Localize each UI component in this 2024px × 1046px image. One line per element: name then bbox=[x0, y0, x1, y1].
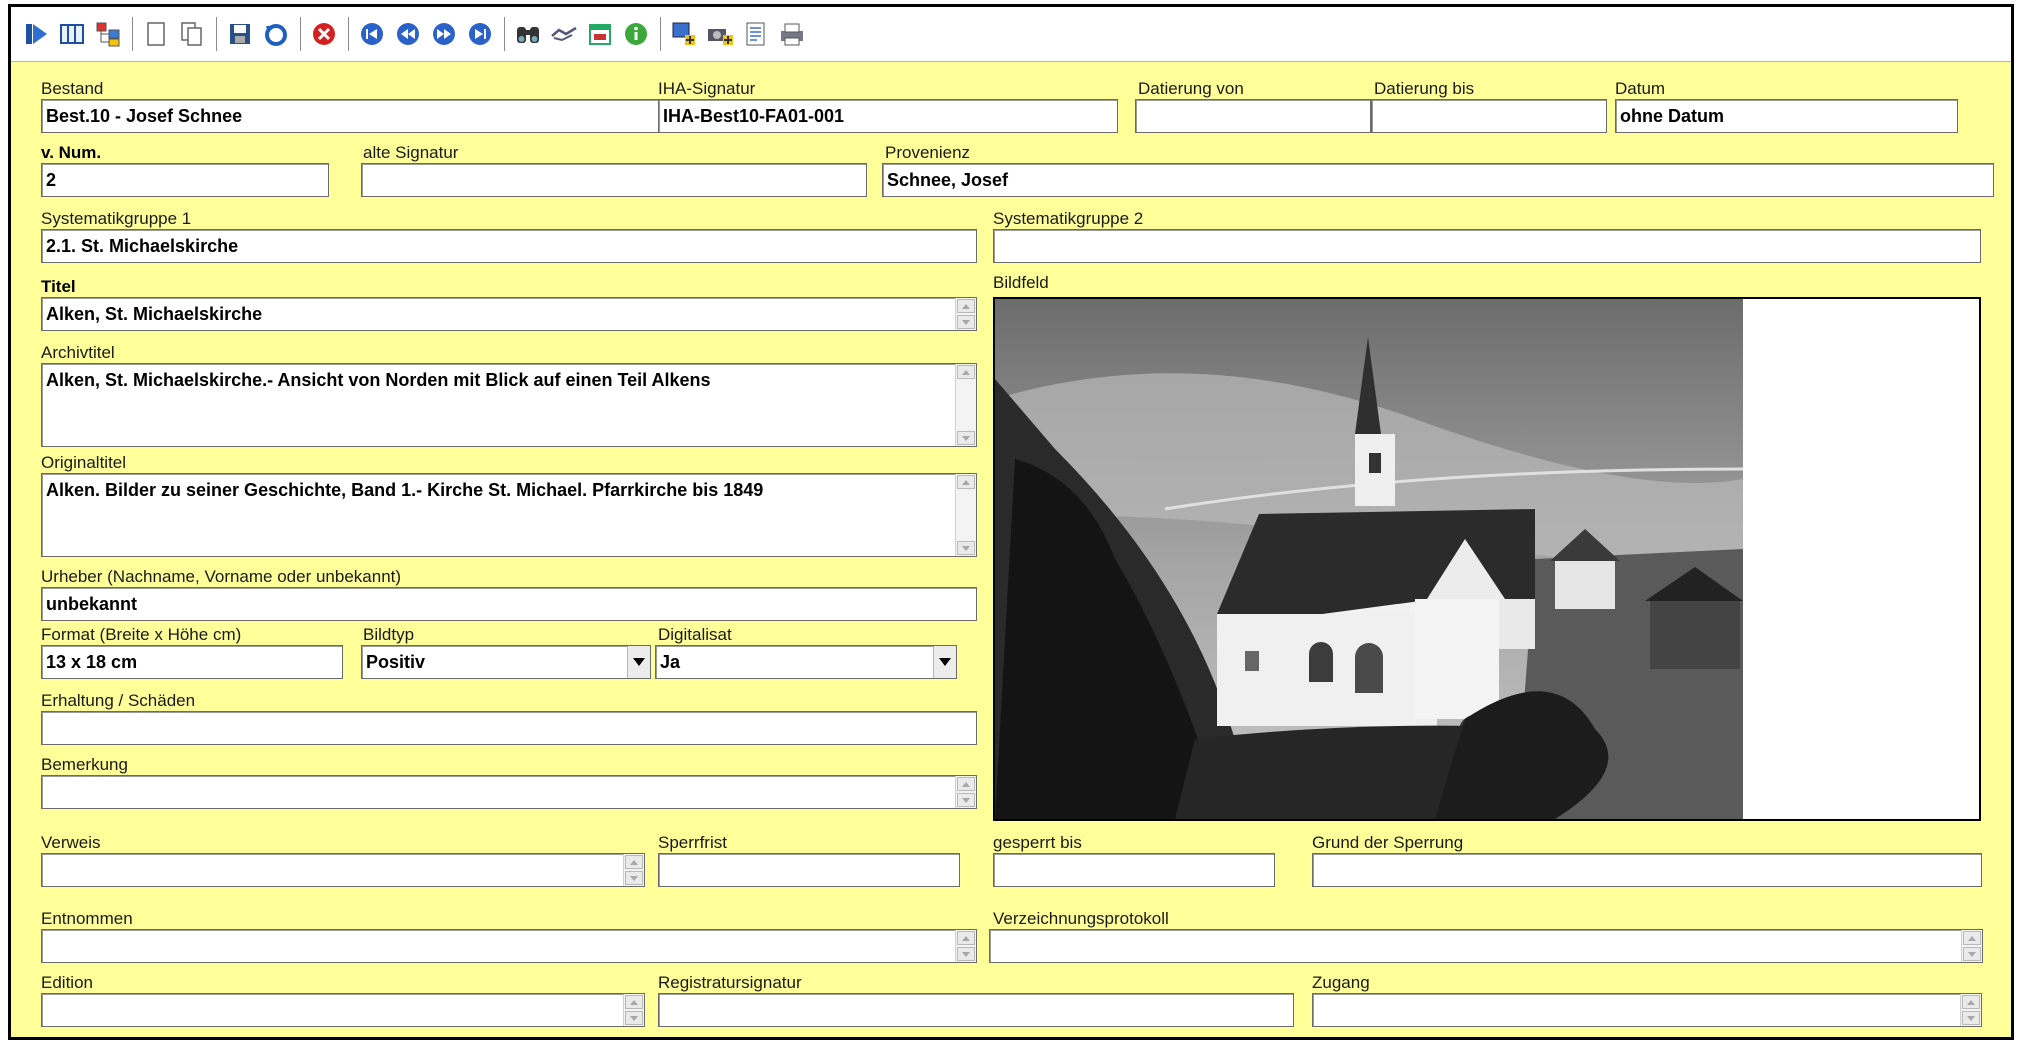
grund-sperrung-field[interactable] bbox=[1312, 853, 1982, 887]
next-record-icon[interactable] bbox=[429, 19, 459, 49]
systematikgruppe-1-label: Systematikgruppe 1 bbox=[41, 209, 192, 228]
archivtitel-label: Archivtitel bbox=[41, 343, 115, 362]
calendar-icon[interactable] bbox=[585, 19, 615, 49]
new-record-icon[interactable] bbox=[141, 19, 171, 49]
gesperrt-bis-label: gesperrt bis bbox=[993, 833, 1082, 852]
verzeichnungsprotokoll-scrollbar[interactable] bbox=[1961, 930, 1982, 962]
bemerkung-field[interactable] bbox=[41, 775, 977, 809]
bildtyp-dropdown-icon[interactable] bbox=[627, 646, 650, 678]
save-icon[interactable] bbox=[225, 19, 255, 49]
erhaltung-field[interactable] bbox=[41, 711, 977, 745]
bildtyp-select[interactable]: Positiv bbox=[361, 645, 651, 679]
bemerkung-scrollbar[interactable] bbox=[955, 776, 976, 808]
copy-record-icon[interactable] bbox=[177, 19, 207, 49]
bildtyp-label: Bildtyp bbox=[363, 625, 415, 644]
entnommen-label: Entnommen bbox=[41, 909, 133, 928]
iha-signatur-label: IHA-Signatur bbox=[658, 79, 756, 98]
verweis-label: Verweis bbox=[41, 833, 101, 852]
search-icon[interactable] bbox=[513, 19, 543, 49]
v-num-label: v. Num. bbox=[41, 143, 102, 162]
format-field[interactable]: 13 x 18 cm bbox=[41, 645, 343, 679]
grid-view-icon[interactable] bbox=[57, 19, 87, 49]
sperrfrist-label: Sperrfrist bbox=[658, 833, 727, 852]
tree-view-icon[interactable] bbox=[93, 19, 123, 49]
datum-field[interactable]: ohne Datum bbox=[1615, 99, 1958, 133]
originaltitel-value: Alken. Bilder zu seiner Geschichte, Band… bbox=[46, 480, 764, 500]
datierung-bis-field[interactable] bbox=[1371, 99, 1607, 133]
provenienz-label: Provenienz bbox=[885, 143, 971, 162]
report-icon[interactable] bbox=[741, 19, 771, 49]
provenienz-field[interactable]: Schnee, Josef bbox=[882, 163, 1994, 197]
urheber-field[interactable]: unbekannt bbox=[41, 587, 977, 621]
handshake-icon[interactable] bbox=[549, 19, 579, 49]
gesperrt-bis-field[interactable] bbox=[993, 853, 1275, 887]
add-camera-icon[interactable] bbox=[705, 19, 735, 49]
sperrfrist-field[interactable] bbox=[658, 853, 960, 887]
info-icon[interactable] bbox=[621, 19, 651, 49]
bestand-label: Bestand bbox=[41, 79, 104, 98]
systematikgruppe-2-field[interactable] bbox=[993, 229, 1981, 263]
toolbar bbox=[11, 7, 2011, 62]
urheber-label: Urheber (Nachname, Vorname oder unbekann… bbox=[41, 567, 402, 586]
delete-icon[interactable] bbox=[309, 19, 339, 49]
archivtitel-scrollbar[interactable] bbox=[955, 364, 976, 446]
zugang-scrollbar[interactable] bbox=[1960, 994, 1981, 1026]
last-record-icon[interactable] bbox=[465, 19, 495, 49]
systematikgruppe-1-field[interactable]: 2.1. St. Michaelskirche bbox=[41, 229, 977, 263]
iha-signatur-field[interactable]: IHA-Best10-FA01-001 bbox=[658, 99, 1118, 133]
originaltitel-field[interactable]: Alken. Bilder zu seiner Geschichte, Band… bbox=[41, 473, 977, 557]
edition-scrollbar[interactable] bbox=[623, 994, 644, 1026]
titel-label: Titel bbox=[41, 277, 76, 296]
record-form-window: Bestand Best.10 - Josef Schnee IHA-Signa… bbox=[8, 4, 2014, 1040]
alte-signatur-label: alte Signatur bbox=[363, 143, 459, 162]
datierung-bis-label: Datierung bis bbox=[1374, 79, 1475, 98]
entnommen-field[interactable] bbox=[41, 929, 977, 963]
grund-sperrung-label: Grund der Sperrung bbox=[1312, 833, 1464, 852]
titel-value: Alken, St. Michaelskirche bbox=[46, 304, 263, 324]
originaltitel-scrollbar[interactable] bbox=[955, 474, 976, 556]
datierung-von-label: Datierung von bbox=[1138, 79, 1244, 98]
registratursignatur-field[interactable] bbox=[658, 993, 1294, 1027]
archivtitel-value: Alken, St. Michaelskirche.- Ansicht von … bbox=[46, 370, 711, 390]
datierung-von-field[interactable] bbox=[1135, 99, 1371, 133]
verzeichnungsprotokoll-field[interactable] bbox=[989, 929, 1983, 963]
bildtyp-value: Positiv bbox=[366, 652, 426, 672]
verzeichnungsprotokoll-label: Verzeichnungsprotokoll bbox=[993, 909, 1169, 928]
erhaltung-label: Erhaltung / Schäden bbox=[41, 691, 196, 710]
edition-field[interactable] bbox=[41, 993, 645, 1027]
zugang-field[interactable] bbox=[1312, 993, 1982, 1027]
alte-signatur-field[interactable] bbox=[361, 163, 867, 197]
digitalisat-dropdown-icon[interactable] bbox=[933, 646, 956, 678]
digitalisat-select[interactable]: Ja bbox=[655, 645, 957, 679]
datum-label: Datum bbox=[1615, 79, 1666, 98]
verweis-scrollbar[interactable] bbox=[623, 854, 644, 886]
archivtitel-field[interactable]: Alken, St. Michaelskirche.- Ansicht von … bbox=[41, 363, 977, 447]
registratursignatur-label: Registratursignatur bbox=[658, 973, 802, 992]
digitalisat-label: Digitalisat bbox=[658, 625, 732, 644]
titel-scrollbar[interactable] bbox=[955, 298, 976, 330]
v-num-field[interactable]: 2 bbox=[41, 163, 329, 197]
undo-icon[interactable] bbox=[261, 19, 291, 49]
add-image-icon[interactable] bbox=[669, 19, 699, 49]
entnommen-scrollbar[interactable] bbox=[955, 930, 976, 962]
print-icon[interactable] bbox=[777, 19, 807, 49]
format-label: Format (Breite x Höhe cm) bbox=[41, 625, 242, 644]
zugang-label: Zugang bbox=[1312, 973, 1370, 992]
previous-record-icon[interactable] bbox=[393, 19, 423, 49]
church-photo bbox=[995, 299, 1979, 819]
exit-icon[interactable] bbox=[21, 19, 51, 49]
bemerkung-label: Bemerkung bbox=[41, 755, 128, 774]
bildfeld-image-frame[interactable] bbox=[993, 297, 1981, 821]
first-record-icon[interactable] bbox=[357, 19, 387, 49]
edition-label: Edition bbox=[41, 973, 93, 992]
systematikgruppe-2-label: Systematikgruppe 2 bbox=[993, 209, 1144, 228]
bildfeld-label: Bildfeld bbox=[993, 273, 1049, 292]
verweis-field[interactable] bbox=[41, 853, 645, 887]
originaltitel-label: Originaltitel bbox=[41, 453, 127, 472]
digitalisat-value: Ja bbox=[660, 652, 681, 672]
titel-field[interactable]: Alken, St. Michaelskirche bbox=[41, 297, 977, 331]
